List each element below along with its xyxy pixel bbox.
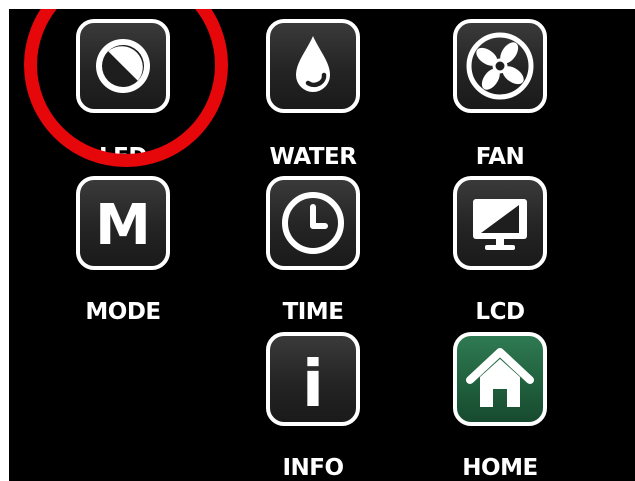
home-button[interactable] xyxy=(453,332,547,426)
mode-button[interactable]: M xyxy=(76,176,170,270)
clock-icon xyxy=(282,192,344,254)
led-button[interactable] xyxy=(76,19,170,113)
svg-text:i: i xyxy=(302,348,324,422)
lcd-button[interactable] xyxy=(453,176,547,270)
time-button[interactable] xyxy=(266,176,360,270)
mode-label: MODE xyxy=(85,299,161,325)
control-panel-screen: LED WATER FAN M MODE TIME LCD i INFO HOM… xyxy=(9,9,635,481)
monitor-icon xyxy=(473,199,527,250)
svg-text:M: M xyxy=(95,193,151,258)
fan-button[interactable] xyxy=(453,19,547,113)
lcd-label: LCD xyxy=(475,299,525,325)
letter-m-icon: M xyxy=(95,193,151,258)
water-drop-icon xyxy=(296,36,330,92)
water-label: WATER xyxy=(269,144,357,170)
home-label: HOME xyxy=(462,455,538,481)
home-icon xyxy=(466,348,534,407)
led-label: LED xyxy=(99,144,147,170)
time-label: TIME xyxy=(282,299,344,325)
info-label: INFO xyxy=(282,455,344,481)
info-icon: i xyxy=(302,348,324,422)
fan-label: FAN xyxy=(475,144,525,170)
water-button[interactable] xyxy=(266,19,360,113)
info-button[interactable]: i xyxy=(266,332,360,426)
brightness-icon xyxy=(96,39,150,93)
fan-icon xyxy=(466,32,534,100)
